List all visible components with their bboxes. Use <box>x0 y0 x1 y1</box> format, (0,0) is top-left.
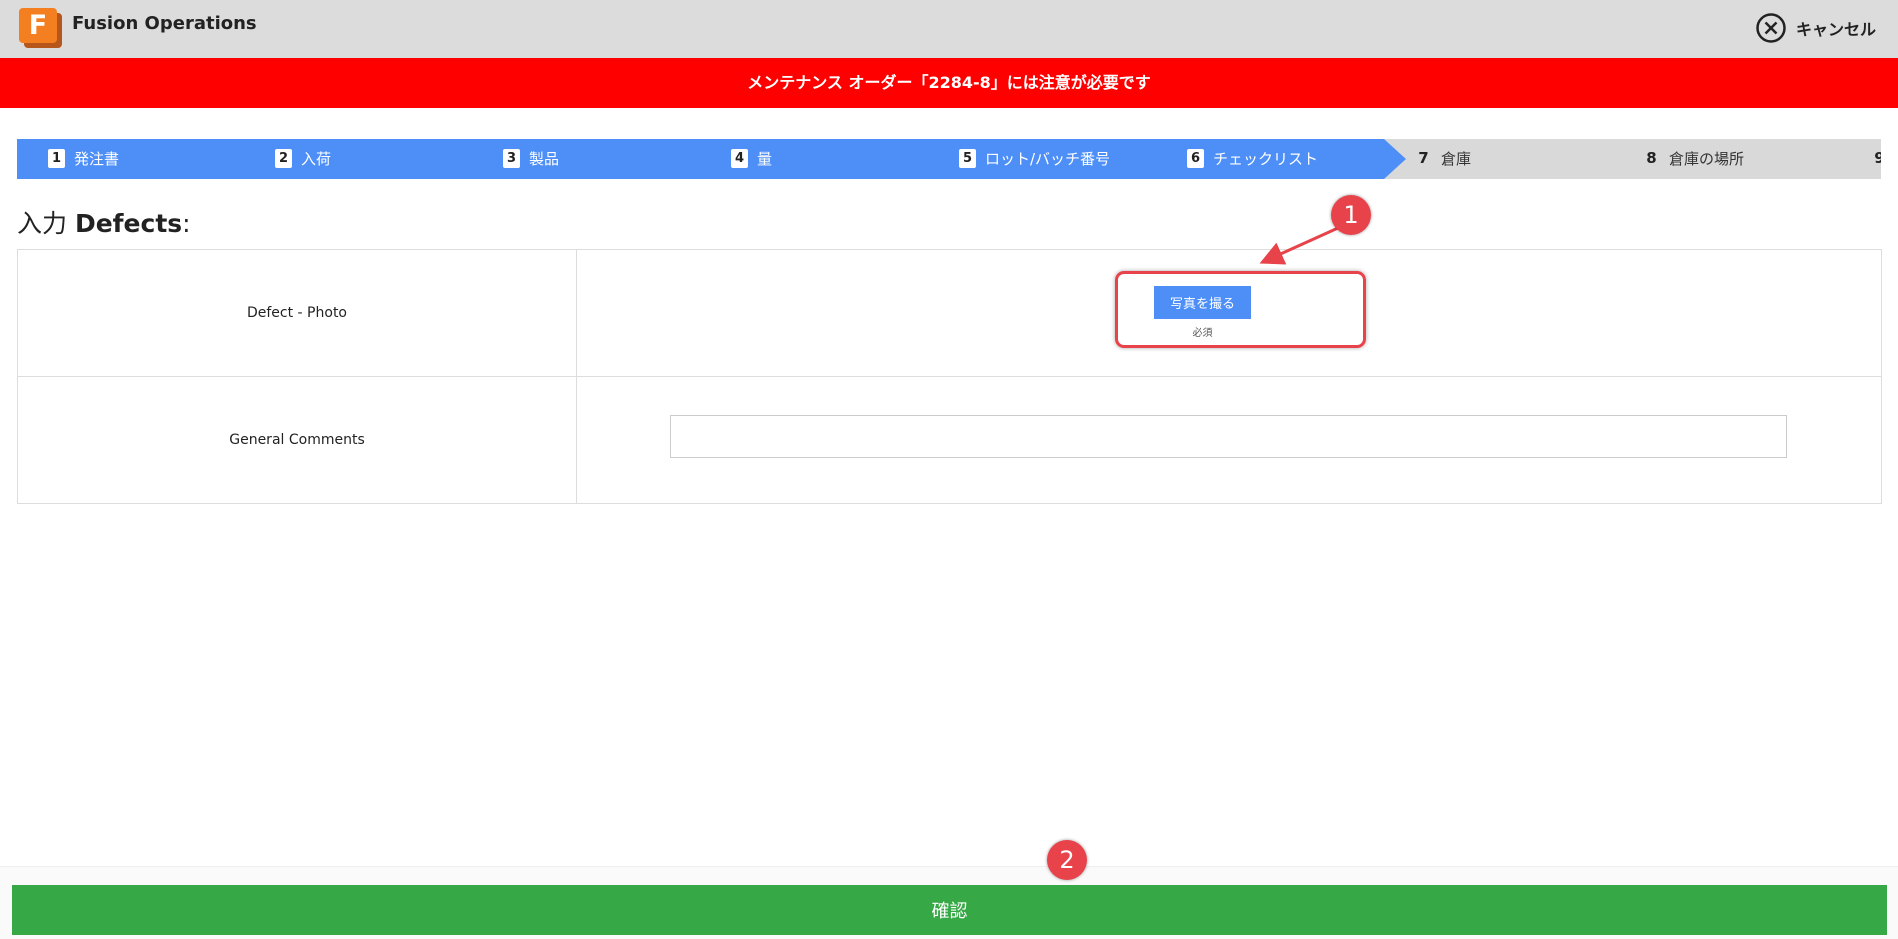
step-label: ロット/バッチ番号 <box>985 150 1111 168</box>
step-number: 5 <box>959 149 976 168</box>
step-2[interactable]: 2 入荷 <box>244 139 498 179</box>
step-5[interactable]: 5 ロット/バッチ番号 <box>928 139 1182 179</box>
logo-letter: F <box>19 8 57 43</box>
step-8[interactable]: 8 倉庫の場所 <box>1612 139 1866 179</box>
step-number: 8 <box>1643 149 1660 168</box>
step-number: 7 <box>1415 149 1432 168</box>
step-6[interactable]: 6 チェックリスト <box>1156 139 1410 179</box>
step-label: 倉庫 <box>1441 150 1472 168</box>
step-4[interactable]: 4 量 <box>700 139 954 179</box>
alert-banner: メンテナンス オーダー「2284-8」には注意が必要です <box>0 58 1898 108</box>
general-comments-label: General Comments <box>17 376 577 504</box>
step-number: 2 <box>275 149 292 168</box>
fusion-logo: F <box>19 8 62 48</box>
step-label: 入荷 <box>301 150 332 168</box>
callout-2: 2 <box>1047 840 1087 880</box>
step-label: 製品 <box>529 150 560 168</box>
step-label: 倉庫の場所 <box>1669 150 1745 168</box>
step-label: 量 <box>757 150 773 168</box>
step-number: 4 <box>731 149 748 168</box>
general-comments-cell <box>576 376 1882 504</box>
step-number: 3 <box>503 149 520 168</box>
close-circle-icon <box>1755 12 1787 44</box>
general-comments-input[interactable] <box>670 415 1787 458</box>
form-row-photo: Defect - Photo 写真を撮る 必須 <box>17 249 1882 377</box>
highlight-box <box>1115 271 1366 348</box>
step-number: 1 <box>48 149 65 168</box>
section-title-suffix: : <box>182 209 191 238</box>
cancel-label: キャンセル <box>1795 20 1876 39</box>
app-title: Fusion Operations <box>72 13 257 34</box>
step-1[interactable]: 1 発注書 <box>17 139 271 179</box>
step-7[interactable]: 7 倉庫 <box>1384 139 1638 179</box>
step-3[interactable]: 3 製品 <box>472 139 726 179</box>
section-title: 入力 Defects: <box>17 204 191 240</box>
cancel-button[interactable]: キャンセル <box>1755 11 1876 45</box>
section-title-prefix: 入力 <box>17 209 68 238</box>
defect-photo-label: Defect - Photo <box>17 249 577 377</box>
form-row-comments: General Comments <box>17 376 1882 504</box>
step-label: チェックリスト <box>1213 150 1319 168</box>
step-number: 6 <box>1187 149 1204 168</box>
section-title-name: Defects <box>74 209 183 238</box>
defects-form: Defect - Photo 写真を撮る 必須 General Comments <box>17 249 1882 504</box>
progress-stepper: 1 発注書 2 入荷 3 製品 4 量 5 ロット/バッチ番号 6 チェックリス… <box>17 139 1881 179</box>
callout-1: 1 <box>1331 195 1371 235</box>
step-number: 9 <box>1871 149 1881 168</box>
confirm-button[interactable]: 確認 <box>12 885 1887 935</box>
step-label: 発注書 <box>74 150 120 168</box>
app-header: F Fusion Operations キャンセル <box>0 0 1898 58</box>
